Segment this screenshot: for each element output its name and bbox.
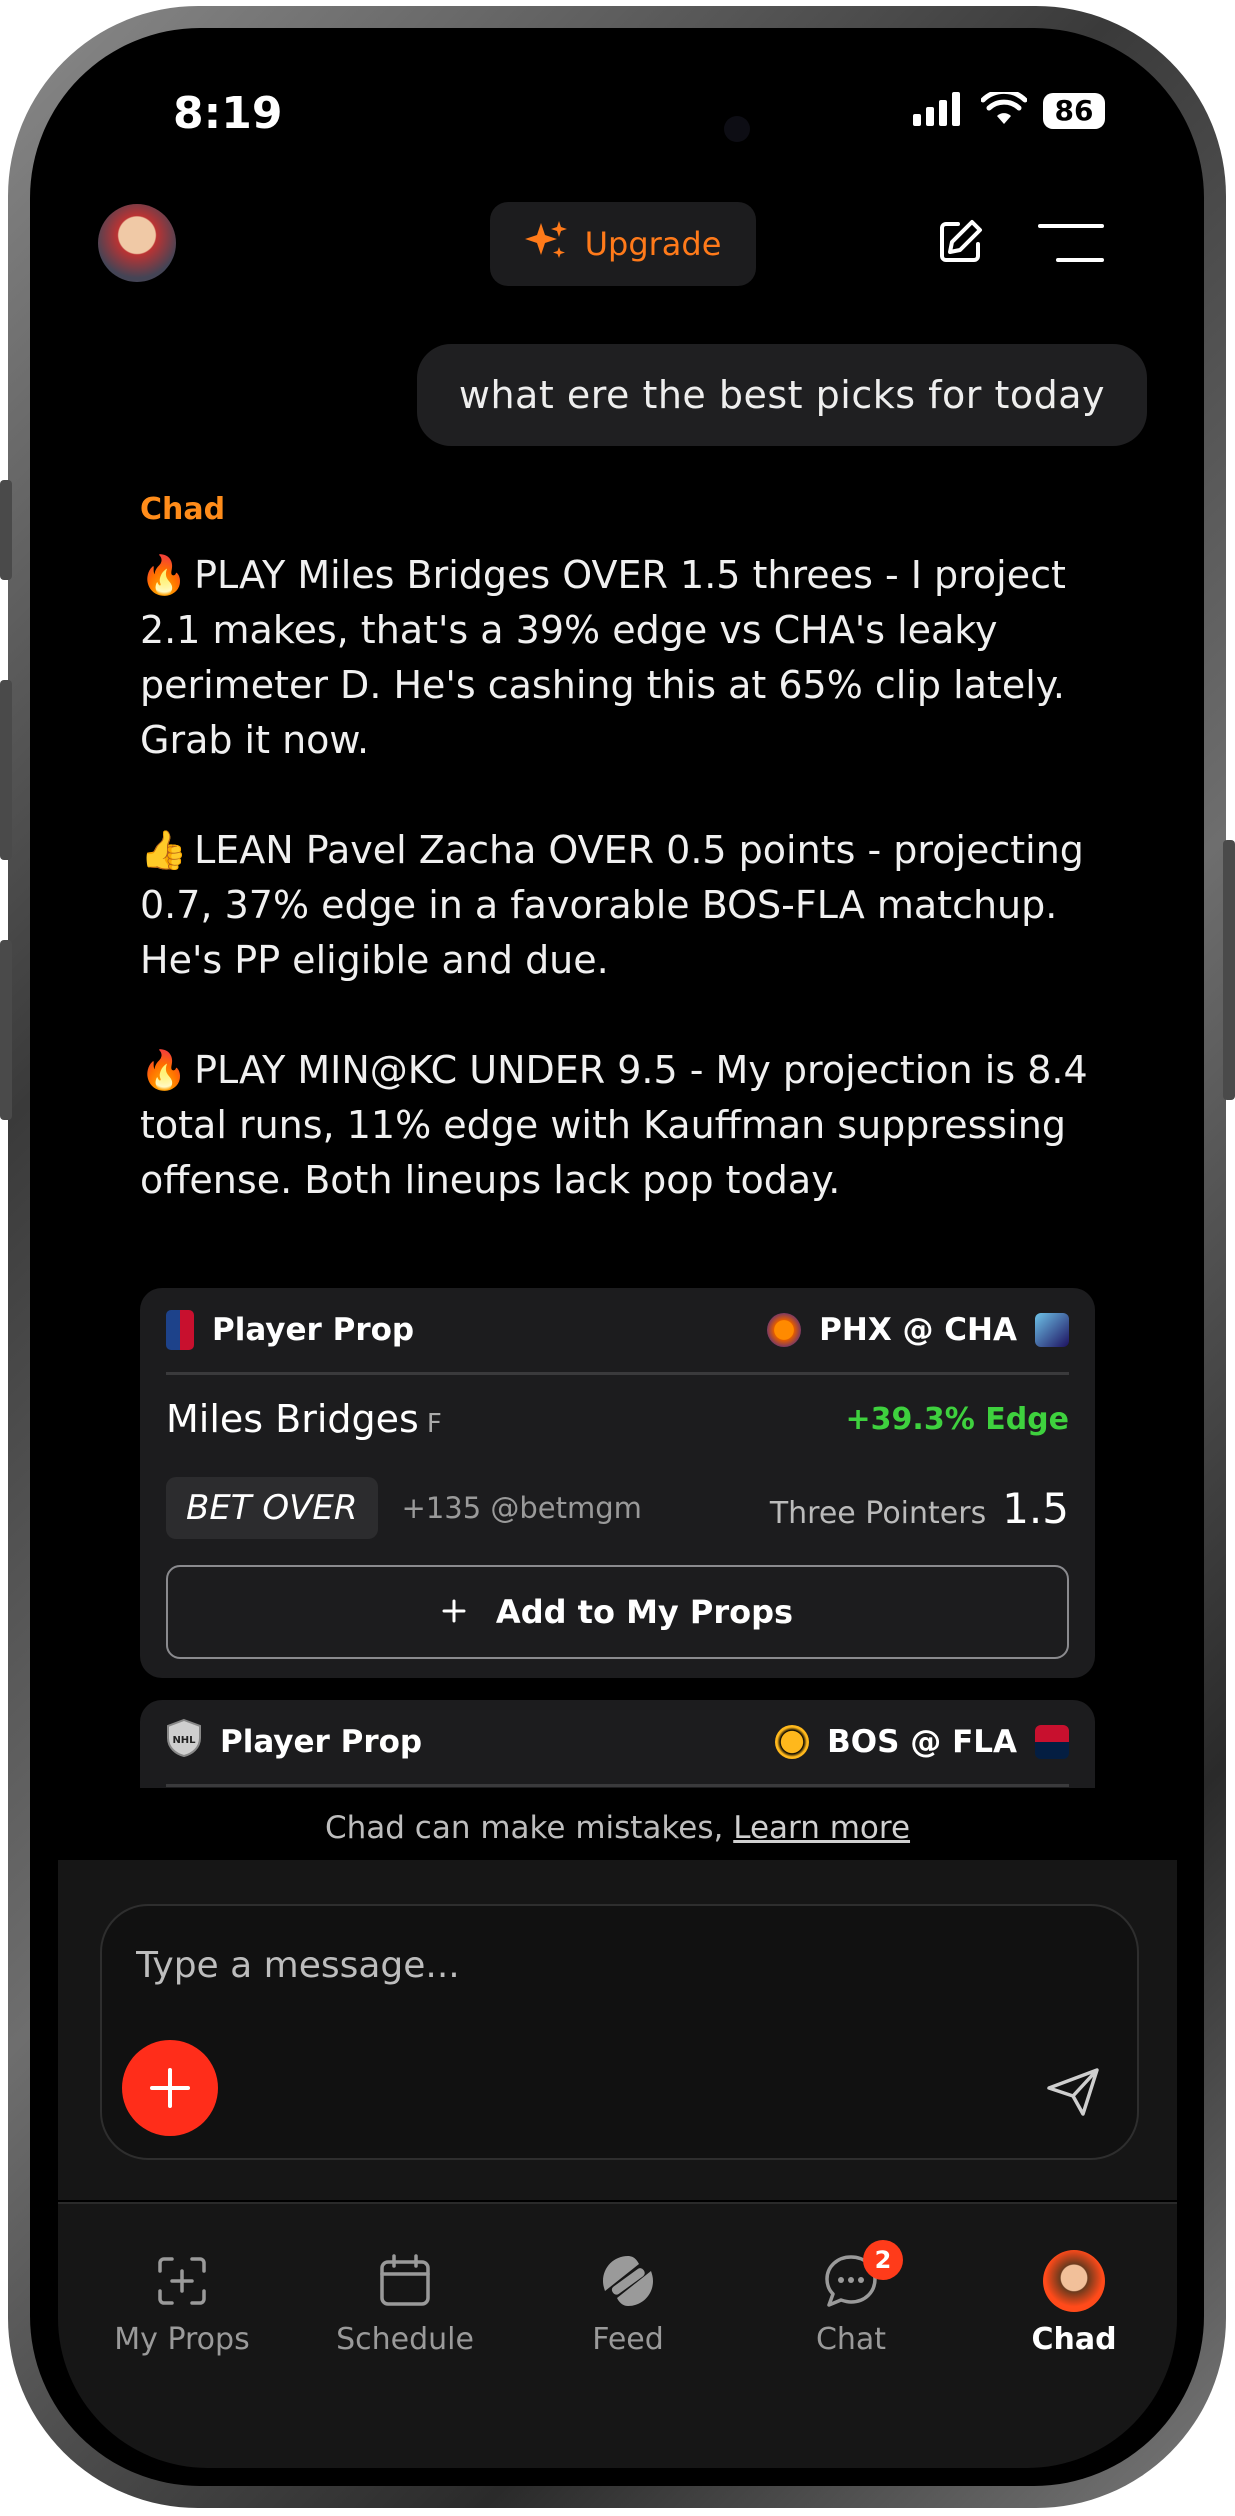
screen: 8:19 86 Upgrade what ere the best picks … bbox=[58, 48, 1177, 2468]
chad-avatar bbox=[1043, 2250, 1105, 2312]
stat-line-value: 1.5 bbox=[1002, 1483, 1069, 1533]
chad-avatar-icon bbox=[974, 2246, 1174, 2316]
send-icon bbox=[1047, 2068, 1099, 2116]
message-input[interactable] bbox=[134, 1944, 1038, 1987]
wifi-icon bbox=[980, 88, 1028, 130]
volume-down-button bbox=[0, 940, 12, 1120]
bruins-logo-icon bbox=[775, 1725, 810, 1759]
power-button bbox=[1223, 840, 1235, 1100]
panthers-logo-icon bbox=[1035, 1725, 1069, 1759]
chat-bubble-icon: 2 bbox=[751, 2240, 951, 2316]
tab-label: Feed bbox=[592, 2322, 664, 2357]
player-position: F bbox=[426, 1409, 442, 1439]
tab-my-props[interactable]: My Props bbox=[82, 2246, 282, 2357]
disclaimer: Chad can make mistakes, Learn more bbox=[58, 1810, 1177, 1846]
fire-emoji-icon: 🔥 bbox=[140, 1048, 188, 1092]
tab-label: Chat bbox=[815, 2322, 887, 2357]
edge-value: +39.3% Edge bbox=[845, 1401, 1069, 1437]
player-name: Miles Bridges bbox=[166, 1397, 419, 1441]
composer bbox=[100, 1904, 1139, 2160]
signal-icon bbox=[913, 92, 965, 130]
upgrade-label: Upgrade bbox=[584, 225, 722, 263]
prop-card-header: Player Prop PHX @ CHA bbox=[166, 1288, 1069, 1375]
pick-paragraph: 👍 LEAN Pavel Zacha OVER 0.5 points - pro… bbox=[140, 823, 1100, 988]
stat-label: Three Pointers bbox=[769, 1495, 987, 1531]
bet-row: BET OVER +135 @betmgm Three Pointers 1.5 bbox=[166, 1463, 1069, 1553]
tab-chat[interactable]: 2 Chat bbox=[751, 2240, 951, 2357]
attach-plus-button[interactable] bbox=[122, 2040, 218, 2136]
pick-text: LEAN Pavel Zacha OVER 0.5 points - proje… bbox=[140, 828, 1084, 982]
pick-paragraph: 🔥 PLAY Miles Bridges OVER 1.5 threes - I… bbox=[140, 548, 1100, 768]
bet-direction-chip: BET OVER bbox=[166, 1477, 378, 1539]
add-square-icon bbox=[82, 2246, 282, 2316]
plus-icon bbox=[150, 2068, 190, 2108]
pick-text: PLAY MIN@KC UNDER 9.5 - My projection is… bbox=[140, 1048, 1088, 1202]
bot-name: Chad bbox=[140, 492, 226, 527]
player-row: Miles Bridges F +39.3% Edge bbox=[166, 1375, 1069, 1463]
chat-unread-badge: 2 bbox=[863, 2240, 903, 2280]
calendar-icon bbox=[305, 2246, 505, 2316]
mute-switch bbox=[0, 480, 12, 580]
tab-chad[interactable]: Chad bbox=[974, 2246, 1174, 2357]
status-time: 8:19 bbox=[173, 88, 283, 139]
matchup-label: BOS @ FLA bbox=[827, 1724, 1017, 1760]
status-icons: 86 bbox=[913, 88, 1105, 130]
tab-schedule[interactable]: Schedule bbox=[305, 2246, 505, 2357]
tab-label: My Props bbox=[114, 2322, 250, 2357]
prop-type-label: Player Prop bbox=[220, 1724, 423, 1760]
new-chat-edit-icon[interactable] bbox=[936, 218, 984, 270]
pick-paragraph: 🔥 PLAY MIN@KC UNDER 9.5 - My projection … bbox=[140, 1043, 1100, 1208]
odds-label: +135 @betmgm bbox=[401, 1491, 642, 1525]
feed-logo-icon bbox=[528, 2246, 728, 2316]
user-message-bubble: what ere the best picks for today bbox=[416, 344, 1147, 446]
disclaimer-text: Chad can make mistakes, bbox=[324, 1810, 724, 1846]
add-to-my-props-button[interactable]: Add to My Props bbox=[166, 1565, 1069, 1659]
prop-card[interactable]: NHL Player Prop BOS @ FLA bbox=[140, 1700, 1095, 1788]
add-to-my-props-label: Add to My Props bbox=[495, 1593, 794, 1631]
composer-area bbox=[58, 1860, 1177, 2200]
volume-up-button bbox=[0, 680, 12, 860]
bot-message: 🔥 PLAY Miles Bridges OVER 1.5 threes - I… bbox=[140, 548, 1100, 1263]
sparkle-icon bbox=[524, 219, 567, 269]
svg-text:NHL: NHL bbox=[172, 1735, 196, 1746]
tab-label: Schedule bbox=[336, 2322, 474, 2357]
profile-avatar[interactable] bbox=[98, 204, 176, 282]
upgrade-button[interactable]: Upgrade bbox=[490, 202, 756, 286]
fire-emoji-icon: 🔥 bbox=[140, 553, 188, 597]
suns-logo-icon bbox=[767, 1313, 802, 1347]
send-button[interactable] bbox=[1045, 2066, 1101, 2122]
pick-text: PLAY Miles Bridges OVER 1.5 threes - I p… bbox=[140, 553, 1066, 762]
prop-card[interactable]: Player Prop PHX @ CHA Miles Bridges F +39… bbox=[140, 1288, 1095, 1678]
tab-label: Chad bbox=[1031, 2322, 1117, 2357]
prop-card-header: NHL Player Prop BOS @ FLA bbox=[166, 1700, 1069, 1787]
prop-type-label: Player Prop bbox=[212, 1312, 415, 1348]
tab-feed[interactable]: Feed bbox=[528, 2246, 728, 2357]
learn-more-link[interactable]: Learn more bbox=[733, 1810, 910, 1846]
plus-icon bbox=[442, 1593, 466, 1631]
nba-logo-icon bbox=[166, 1310, 194, 1350]
menu-icon[interactable] bbox=[1038, 224, 1104, 268]
hornets-logo-icon bbox=[1035, 1313, 1069, 1347]
nhl-logo-icon: NHL bbox=[166, 1718, 202, 1766]
battery-indicator: 86 bbox=[1043, 93, 1105, 129]
front-camera bbox=[724, 116, 750, 142]
matchup-label: PHX @ CHA bbox=[819, 1312, 1017, 1348]
tab-bar: My Props Schedule Feed 2 Chat Chad bbox=[58, 2202, 1177, 2468]
thumbs-up-emoji-icon: 👍 bbox=[140, 828, 188, 872]
